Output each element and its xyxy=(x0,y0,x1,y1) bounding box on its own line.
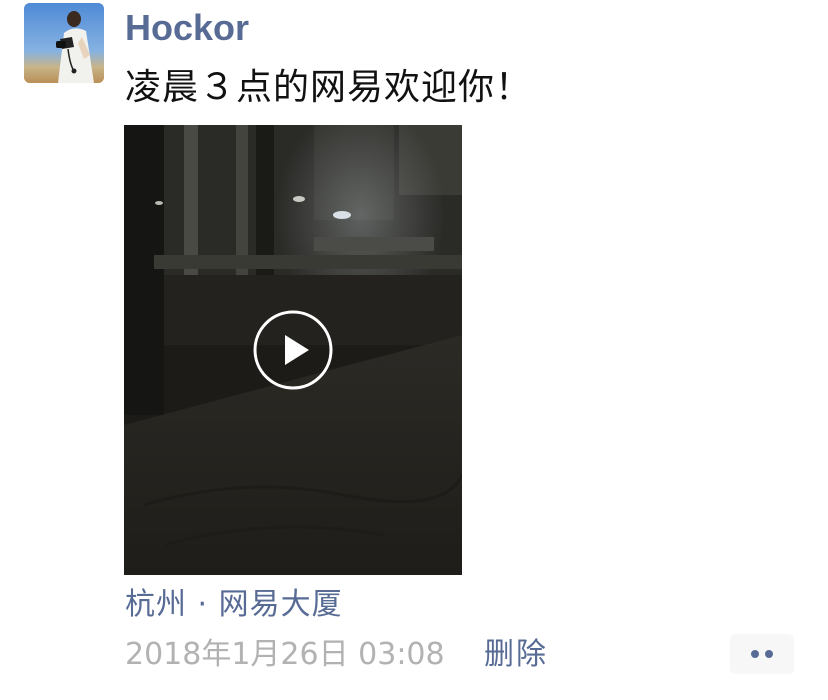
delete-button[interactable]: 删除 xyxy=(484,634,548,676)
post-timestamp: 2018年1月26日 03:08 xyxy=(125,637,445,672)
location-link[interactable]: 杭州 · 网易大厦 xyxy=(125,584,343,626)
play-button[interactable] xyxy=(253,310,333,390)
post-text: 凌晨３点的网易欢迎你！ xyxy=(125,67,533,108)
avatar-photo xyxy=(24,3,104,83)
play-icon xyxy=(253,310,333,390)
more-dots-icon xyxy=(751,650,773,658)
more-actions-button[interactable] xyxy=(730,634,794,674)
avatar[interactable] xyxy=(24,3,104,83)
author-name[interactable]: Hockor xyxy=(125,6,249,50)
video-thumbnail[interactable] xyxy=(124,125,462,575)
